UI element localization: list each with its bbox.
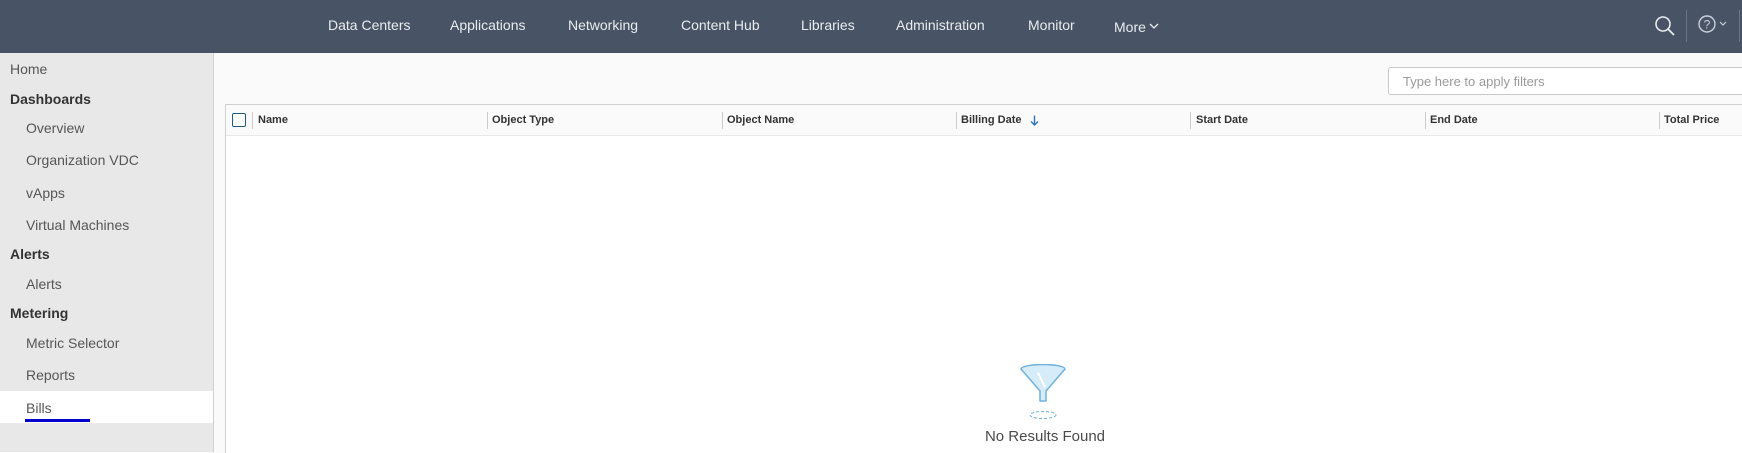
- column-separator[interactable]: [722, 112, 723, 129]
- column-header-total-price[interactable]: Total Price: [1664, 105, 1719, 135]
- column-header-start-date[interactable]: Start Date: [1196, 105, 1248, 135]
- chevron-down-icon: [1719, 21, 1727, 26]
- column-separator: [252, 112, 253, 129]
- sidebar-section-label: Metering: [10, 305, 69, 321]
- nav-libraries[interactable]: Libraries: [801, 0, 855, 53]
- column-header-name[interactable]: Name: [258, 105, 288, 135]
- top-navigation-bar: Data Centers Applications Networking Con…: [0, 0, 1742, 53]
- active-item-indicator: [25, 419, 90, 422]
- header-divider: [1739, 10, 1740, 42]
- chevron-down-icon: [1149, 23, 1159, 29]
- column-header-end-date[interactable]: End Date: [1430, 105, 1478, 135]
- no-results-message: No Results Found: [984, 428, 1106, 445]
- nav-applications[interactable]: Applications: [450, 0, 526, 53]
- nav-networking[interactable]: Networking: [568, 0, 638, 53]
- sidebar-item-label: Bills: [26, 400, 52, 416]
- column-separator[interactable]: [1659, 112, 1660, 129]
- sidebar-section-label: Alerts: [10, 246, 50, 262]
- column-separator[interactable]: [1425, 112, 1426, 129]
- bills-datagrid: Name Object Type Object Name Billing Dat…: [225, 104, 1742, 453]
- header-divider: [1686, 10, 1687, 42]
- sidebar-item-label: Virtual Machines: [26, 217, 130, 233]
- sidebar-item-label: Organization VDC: [26, 152, 139, 168]
- nav-content-hub[interactable]: Content Hub: [681, 0, 760, 53]
- datagrid-header: Name Object Type Object Name Billing Dat…: [226, 105, 1742, 136]
- sidebar-item-label: Alerts: [26, 276, 62, 292]
- sidebar-item-label: Home: [10, 61, 48, 77]
- column-header-label: Billing Date: [961, 114, 1022, 126]
- sidebar-section-label: Dashboards: [10, 91, 91, 107]
- sidebar-item-label: Metric Selector: [26, 335, 120, 351]
- column-header-billing-date[interactable]: Billing Date: [961, 105, 1039, 135]
- nav-monitor[interactable]: Monitor: [1028, 0, 1075, 53]
- nav-more-label: More: [1114, 18, 1146, 35]
- nav-more-menu[interactable]: More: [1114, 0, 1159, 53]
- filter-input[interactable]: [1388, 67, 1742, 95]
- help-menu[interactable]: ?: [1697, 14, 1727, 34]
- svg-text:?: ?: [1704, 18, 1711, 32]
- select-all-checkbox[interactable]: [232, 113, 246, 127]
- sidebar-item-label: vApps: [26, 185, 65, 201]
- funnel-icon: [1020, 364, 1066, 419]
- sidebar-item-label: Overview: [26, 120, 85, 136]
- column-separator[interactable]: [487, 112, 488, 129]
- search-icon[interactable]: [1654, 15, 1676, 37]
- column-header-object-name[interactable]: Object Name: [727, 105, 794, 135]
- help-icon: ?: [1698, 15, 1716, 33]
- column-header-object-type[interactable]: Object Type: [492, 105, 554, 135]
- column-separator[interactable]: [956, 112, 957, 129]
- column-separator[interactable]: [1190, 112, 1191, 129]
- sort-descending-arrow-icon[interactable]: [1030, 115, 1039, 126]
- nav-data-centers[interactable]: Data Centers: [328, 0, 410, 53]
- nav-administration[interactable]: Administration: [896, 0, 985, 53]
- sidebar-item-bills[interactable]: Bills: [0, 391, 213, 423]
- sidebar-item-label: Reports: [26, 367, 76, 383]
